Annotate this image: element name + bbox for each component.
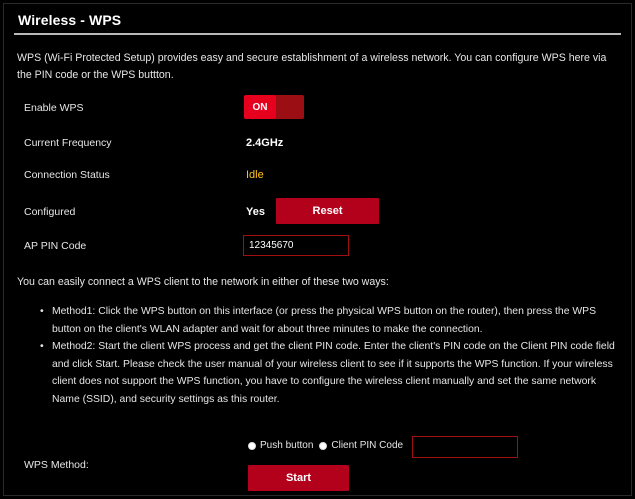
ap-pin-code-value: 12345670	[243, 235, 349, 256]
enable-wps-label: Enable WPS	[24, 102, 84, 114]
title-divider	[14, 33, 621, 35]
client-pin-input[interactable]	[412, 436, 518, 458]
wps-method-label: WPS Method:	[24, 459, 89, 471]
list-item: • Method2: Start the client WPS process …	[40, 338, 624, 408]
configured-label: Configured	[24, 206, 76, 218]
method-2-text: Method2: Start the client WPS process an…	[52, 341, 615, 405]
reset-button[interactable]: Reset	[276, 198, 379, 224]
configured-value: Yes	[246, 206, 265, 218]
client-pin-radio-label[interactable]: Client PIN Code	[331, 440, 403, 451]
method-list: • Method1: Click the WPS button on this …	[40, 303, 624, 408]
connection-status-value: Idle	[246, 169, 264, 181]
connect-info-text: You can easily connect a WPS client to t…	[17, 276, 389, 288]
bullet: •	[40, 341, 44, 352]
current-frequency-label: Current Frequency	[24, 137, 112, 149]
page-description: WPS (Wi-Fi Protected Setup) provides eas…	[17, 52, 607, 81]
client-pin-radio[interactable]	[319, 441, 328, 450]
method-1-text: Method1: Click the WPS button on this in…	[52, 306, 597, 335]
connection-status-label: Connection Status	[24, 169, 110, 181]
page-title: Wireless - WPS	[18, 12, 122, 28]
push-button-radio-label[interactable]: Push button	[260, 440, 313, 451]
push-button-radio[interactable]	[248, 441, 256, 450]
current-frequency-value: 2.4GHz	[246, 137, 284, 149]
enable-wps-toggle[interactable]: ON	[244, 95, 304, 119]
ap-pin-code-label: AP PIN Code	[24, 240, 87, 252]
start-button[interactable]: Start	[248, 465, 349, 491]
list-item: • Method1: Click the WPS button on this …	[40, 303, 624, 338]
bullet: •	[40, 306, 44, 317]
wps-method-options: Push button Client PIN Code	[248, 440, 409, 451]
toggle-state-label: ON	[244, 95, 276, 119]
toggle-knob	[276, 95, 304, 119]
